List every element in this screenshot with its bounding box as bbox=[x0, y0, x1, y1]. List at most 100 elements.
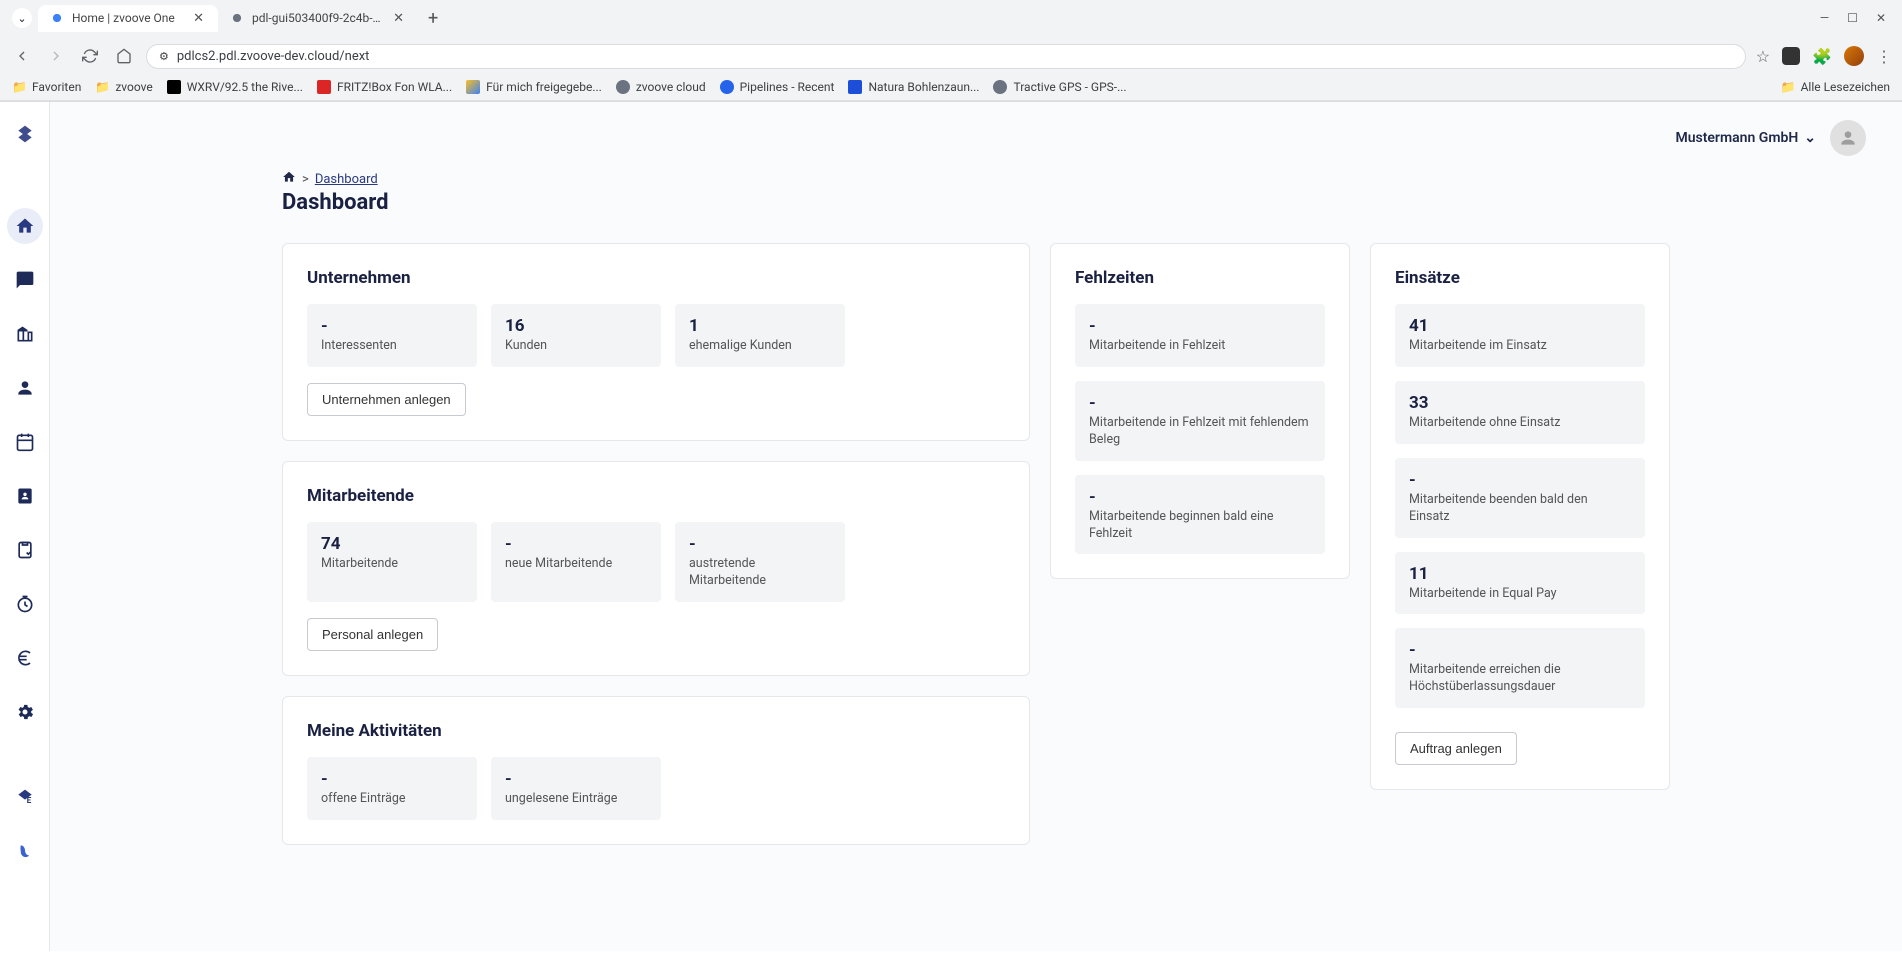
nav-home-icon[interactable] bbox=[7, 208, 43, 244]
topbar: Mustermann GmbH ⌄ bbox=[50, 102, 1902, 162]
stat-tile[interactable]: - austretende Mitarbeitende bbox=[675, 522, 845, 602]
stat-tile[interactable]: - Mitarbeitende in Fehlzeit bbox=[1075, 304, 1325, 367]
forward-button[interactable] bbox=[44, 44, 68, 68]
folder-icon: 📁 bbox=[95, 80, 109, 94]
stat-value: - bbox=[689, 534, 831, 554]
extensions-puzzle-icon[interactable]: 🧩 bbox=[1812, 47, 1832, 66]
site-icon bbox=[167, 80, 181, 94]
create-order-button[interactable]: Auftrag anlegen bbox=[1395, 732, 1517, 765]
tab-close-icon[interactable]: ✕ bbox=[391, 11, 406, 26]
stat-tile[interactable]: 74 Mitarbeitende bbox=[307, 522, 477, 602]
stat-tile[interactable]: - neue Mitarbeitende bbox=[491, 522, 661, 602]
card-title: Meine Aktivitäten bbox=[307, 721, 1005, 741]
create-company-button[interactable]: Unternehmen anlegen bbox=[307, 383, 466, 416]
stat-value: 33 bbox=[1409, 393, 1631, 413]
extension-icon[interactable] bbox=[1782, 47, 1800, 65]
nav-settings-icon[interactable] bbox=[7, 694, 43, 730]
nav-contacts-icon[interactable] bbox=[7, 478, 43, 514]
site-icon bbox=[720, 80, 734, 94]
bookmark-item[interactable]: Natura Bohlenzaun... bbox=[848, 80, 979, 94]
stat-label: ehemalige Kunden bbox=[689, 338, 831, 355]
browser-tab[interactable]: pdl-gui503400f9-2c4b-4e06-e0 ✕ bbox=[218, 5, 418, 32]
reload-button[interactable] bbox=[78, 44, 102, 68]
bookmark-item[interactable]: Pipelines - Recent bbox=[720, 80, 835, 94]
stat-tile[interactable]: - offene Einträge bbox=[307, 757, 477, 820]
nav-clipboard-icon[interactable] bbox=[7, 532, 43, 568]
browser-menu-icon[interactable]: ⋮ bbox=[1876, 47, 1892, 66]
browser-profile-button[interactable]: ⌄ bbox=[12, 8, 32, 28]
window-maximize-icon[interactable]: ☐ bbox=[1847, 11, 1858, 25]
stat-value: 1 bbox=[689, 316, 831, 336]
stat-tile[interactable]: 1 ehemalige Kunden bbox=[675, 304, 845, 367]
star-bookmark-icon[interactable]: ☆ bbox=[1756, 47, 1770, 66]
bookmark-item[interactable]: zvoove cloud bbox=[616, 80, 706, 94]
nav-person-icon[interactable] bbox=[7, 370, 43, 406]
nav-clock-icon[interactable] bbox=[7, 586, 43, 622]
stat-tile[interactable]: - Mitarbeitende in Fehlzeit mit fehlende… bbox=[1075, 381, 1325, 461]
page-title: Dashboard bbox=[282, 190, 1670, 215]
stat-tile[interactable]: 41 Mitarbeitende im Einsatz bbox=[1395, 304, 1645, 367]
tab-favicon-icon bbox=[230, 11, 244, 25]
profile-avatar-icon[interactable] bbox=[1844, 46, 1864, 66]
tab-close-icon[interactable]: ✕ bbox=[191, 11, 206, 26]
stat-label: Mitarbeitende im Einsatz bbox=[1409, 338, 1631, 355]
app-logo-icon[interactable] bbox=[7, 116, 43, 152]
nav-calendar-icon[interactable] bbox=[7, 424, 43, 460]
breadcrumb-link[interactable]: Dashboard bbox=[315, 172, 378, 187]
site-icon bbox=[317, 80, 331, 94]
stat-tile[interactable]: - Interessenten bbox=[307, 304, 477, 367]
stat-label: ungelesene Einträge bbox=[505, 791, 647, 808]
org-selector[interactable]: Mustermann GmbH ⌄ bbox=[1675, 130, 1816, 146]
stat-tile[interactable]: - Mitarbeitende beenden bald den Einsatz bbox=[1395, 458, 1645, 538]
card-title: Einsätze bbox=[1395, 268, 1645, 288]
stat-label: austretende Mitarbeitende bbox=[689, 556, 831, 590]
stat-label: Kunden bbox=[505, 338, 647, 355]
bookmark-item[interactable]: FRITZ!Box Fon WLA... bbox=[317, 80, 452, 94]
stat-label: Mitarbeitende bbox=[321, 556, 463, 573]
card-title: Unternehmen bbox=[307, 268, 1005, 288]
user-avatar[interactable] bbox=[1830, 120, 1866, 156]
tabs-row: ⌄ Home | zvoove One ✕ pdl-gui503400f9-2c… bbox=[0, 0, 1902, 36]
card-aktivitaeten: Meine Aktivitäten - offene Einträge - un… bbox=[282, 696, 1030, 845]
bookmark-item[interactable]: Für mich freigegebe... bbox=[466, 80, 602, 94]
chevron-down-icon: ⌄ bbox=[1804, 130, 1816, 146]
bookmark-item[interactable]: 📁zvoove bbox=[95, 80, 152, 94]
stat-label: Mitarbeitende ohne Einsatz bbox=[1409, 415, 1631, 432]
stat-tile[interactable]: - Mitarbeitende erreichen die Höchstüber… bbox=[1395, 628, 1645, 708]
stat-label: neue Mitarbeitende bbox=[505, 556, 647, 573]
nav-company-icon[interactable] bbox=[7, 316, 43, 352]
all-bookmarks-button[interactable]: 📁Alle Lesezeichen bbox=[1781, 80, 1890, 94]
card-title: Mitarbeitende bbox=[307, 486, 1005, 506]
breadcrumb: > Dashboard bbox=[282, 170, 1670, 188]
nav-export-icon[interactable]: E bbox=[7, 780, 43, 816]
card-title: Fehlzeiten bbox=[1075, 268, 1325, 288]
address-row: ⚙ pdlcs2.pdl.zvoove-dev.cloud/next ☆ 🧩 ⋮ bbox=[0, 36, 1902, 76]
stat-label: Mitarbeitende beginnen bald eine Fehlzei… bbox=[1089, 509, 1311, 543]
bookmark-item[interactable]: WXRV/92.5 the Rive... bbox=[167, 80, 303, 94]
back-button[interactable] bbox=[10, 44, 34, 68]
new-tab-button[interactable]: + bbox=[418, 8, 448, 29]
breadcrumb-separator: > bbox=[302, 172, 309, 187]
breadcrumb-home-icon[interactable] bbox=[282, 170, 296, 188]
nav-integration-icon[interactable] bbox=[7, 834, 43, 870]
window-minimize-icon[interactable]: — bbox=[1820, 11, 1829, 25]
card-mitarbeitende: Mitarbeitende 74 Mitarbeitende - neue Mi… bbox=[282, 461, 1030, 676]
site-info-icon[interactable]: ⚙ bbox=[159, 50, 169, 63]
create-person-button[interactable]: Personal anlegen bbox=[307, 618, 438, 651]
nav-euro-icon[interactable] bbox=[7, 640, 43, 676]
stat-tile[interactable]: - ungelesene Einträge bbox=[491, 757, 661, 820]
browser-tab-active[interactable]: Home | zvoove One ✕ bbox=[38, 5, 218, 32]
bookmark-item[interactable]: 📁Favoriten bbox=[12, 80, 81, 94]
nav-chat-icon[interactable] bbox=[7, 262, 43, 298]
address-bar[interactable]: ⚙ pdlcs2.pdl.zvoove-dev.cloud/next bbox=[146, 44, 1746, 69]
window-close-icon[interactable]: ✕ bbox=[1876, 11, 1886, 25]
stat-tile[interactable]: - Mitarbeitende beginnen bald eine Fehlz… bbox=[1075, 475, 1325, 555]
bookmark-item[interactable]: Tractive GPS - GPS-... bbox=[993, 80, 1126, 94]
stat-tile[interactable]: 33 Mitarbeitende ohne Einsatz bbox=[1395, 381, 1645, 444]
home-button[interactable] bbox=[112, 44, 136, 68]
site-icon bbox=[616, 80, 630, 94]
stat-tile[interactable]: 16 Kunden bbox=[491, 304, 661, 367]
stat-value: - bbox=[1409, 470, 1631, 490]
stat-tile[interactable]: 11 Mitarbeitende in Equal Pay bbox=[1395, 552, 1645, 615]
stat-value: - bbox=[321, 316, 463, 336]
